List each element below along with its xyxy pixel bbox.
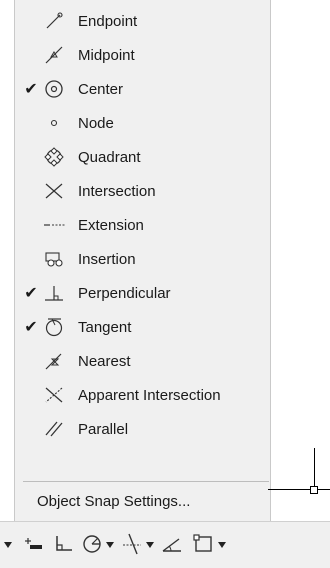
cursor-pointer-line [268,489,330,490]
check-mark: ✔ [24,81,38,98]
dropdown-arrow-icon[interactable] [3,541,13,549]
extension-icon [43,214,65,236]
ortho-icon[interactable] [52,532,76,556]
quadrant-icon [43,146,65,168]
menu-item-nearest[interactable]: Nearest [15,344,270,378]
menu-item-label: Endpoint [78,12,138,30]
menu-item-label: Apparent Intersection [78,386,221,404]
insertion-icon [43,248,65,270]
menu-item-label: Midpoint [78,46,135,64]
object-snap-icon[interactable] [192,532,216,556]
tracking-dropdown-icon[interactable] [145,541,155,549]
menu-item-quadrant[interactable]: Quadrant [15,140,270,174]
perpendicular-icon [43,282,65,304]
status-bar [0,521,330,568]
menu-item-node[interactable]: Node [15,106,270,140]
object-snap-dropdown-icon[interactable] [217,541,227,549]
menu-item-label: Perpendicular [78,284,171,302]
menu-item-extension[interactable]: Extension [15,208,270,242]
apparent-intersection-icon [43,384,65,406]
object-snap-menu: Endpoint Midpoint ✔ Center Node Quadrant [14,0,271,521]
dynamic-ucs-icon[interactable] [22,532,46,556]
endpoint-icon [43,10,65,32]
menu-item-tangent[interactable]: ✔ Tangent [15,310,270,344]
check-mark: ✔ [24,319,38,336]
intersection-icon [43,180,65,202]
menu-item-insertion[interactable]: Insertion [15,242,270,276]
menu-item-label: Center [78,80,124,98]
menu-item-intersection[interactable]: Intersection [15,174,270,208]
cursor-pickbox [310,486,318,494]
menu-item-label: Intersection [78,182,156,200]
menu-item-midpoint[interactable]: Midpoint [15,38,270,72]
menu-item-perpendicular[interactable]: ✔ Perpendicular [15,276,270,310]
menu-item-parallel[interactable]: Parallel [15,412,270,446]
menu-item-center[interactable]: ✔ Center [15,72,270,106]
menu-item-label: Insertion [78,250,136,268]
node-icon [43,112,65,134]
object-snap-settings-item[interactable]: Object Snap Settings... [37,486,190,516]
menu-item-label: Parallel [78,420,129,438]
menu-item-label: Nearest [78,352,131,370]
polar-dropdown-icon[interactable] [105,541,115,549]
menu-item-endpoint[interactable]: Endpoint [15,4,270,38]
center-icon [43,78,65,100]
check-mark: ✔ [24,285,38,302]
isodraft-icon[interactable] [160,532,184,556]
tangent-icon [43,316,65,338]
menu-item-label: Extension [78,216,144,234]
object-snap-tracking-icon[interactable] [120,532,144,556]
menu-item-label: Quadrant [78,148,141,166]
nearest-icon [43,350,65,372]
polar-tracking-icon[interactable] [80,532,104,556]
menu-item-label: Node [78,114,114,132]
menu-separator [23,481,269,482]
menu-item-apparent-intersection[interactable]: Apparent Intersection [15,378,270,412]
cursor-pointer-line [314,448,315,489]
menu-item-label: Tangent [78,318,132,336]
midpoint-icon [43,44,65,66]
parallel-icon [43,418,65,440]
